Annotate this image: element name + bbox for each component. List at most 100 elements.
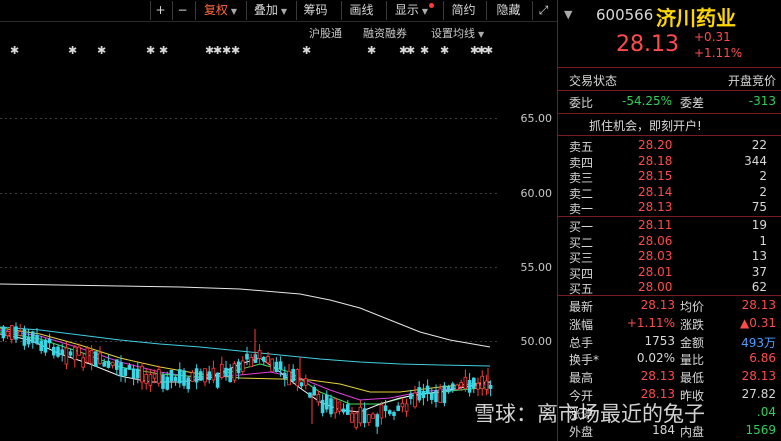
- ask-label: 卖三: [569, 171, 594, 185]
- candle-body: [261, 356, 266, 362]
- event-marker-icon[interactable]: ✱: [302, 44, 311, 57]
- zoom-out-button[interactable]: −: [172, 1, 192, 20]
- ask-row: 卖二 28.14 2: [558, 185, 781, 202]
- expand-icon[interactable]: ⤢: [532, 1, 554, 20]
- candle-body: [480, 375, 484, 389]
- event-marker-icon[interactable]: ✱: [97, 44, 106, 57]
- candle-body: [471, 377, 476, 389]
- bid-label: 买四: [569, 266, 594, 281]
- candle-body: [1, 326, 6, 339]
- candle-body: [446, 386, 451, 393]
- price-change: +0.31: [694, 30, 731, 44]
- candle-body: [131, 368, 136, 379]
- event-marker-icon[interactable]: ✱: [231, 44, 240, 57]
- divider: [558, 113, 781, 114]
- divider: [558, 216, 781, 217]
- rongzi-link[interactable]: 融资融券: [363, 25, 407, 41]
- candle-body: [240, 360, 245, 372]
- candle-body: [337, 401, 342, 412]
- price-axis-label: 55.00: [520, 261, 553, 274]
- bid-price: 28.01: [638, 264, 673, 279]
- chouma-button[interactable]: 筹码: [296, 1, 334, 20]
- zoom-in-button[interactable]: +: [150, 1, 170, 20]
- chevron-down-icon[interactable]: ▼: [564, 8, 572, 21]
- stat-label: 最低: [680, 371, 705, 386]
- yincang-button[interactable]: 隐藏: [486, 1, 530, 20]
- candle-body: [270, 358, 274, 372]
- weibi-row: 委比 -54.25% 委差 -313: [558, 94, 781, 112]
- candle-body: [39, 340, 43, 351]
- chart-toolbar: + − 复权 ▼ 叠加 ▼ 筹码 画线 显示 ▼ 简约 隐藏 ⤢: [0, 0, 557, 22]
- event-marker-icon[interactable]: ✱: [420, 44, 429, 57]
- bid-volume: 37: [751, 264, 767, 279]
- jianyue-button[interactable]: 简约: [443, 1, 483, 20]
- candle-body: [98, 352, 102, 364]
- event-marker-icon[interactable]: ✱: [484, 44, 493, 57]
- candle-body: [400, 402, 405, 408]
- chevron-down-icon: ▼: [478, 30, 485, 39]
- kline-chart-pane[interactable]: + − 复权 ▼ 叠加 ▼ 筹码 画线 显示 ▼ 简约 隐藏 ⤢ 沪股通 融资融券 设…: [0, 0, 557, 441]
- candle-body: [308, 392, 312, 398]
- price-axis-label: 50.00: [520, 335, 553, 348]
- candle-body: [68, 351, 73, 356]
- price-axis-label: 65.00: [520, 112, 553, 125]
- ask-row: 卖三 28.15 2: [558, 169, 781, 186]
- event-marker-icon[interactable]: ✱: [159, 44, 168, 57]
- candle-body: [341, 408, 346, 413]
- candle-body: [459, 382, 463, 388]
- candle-body: [450, 383, 455, 390]
- price-change-pct: +1.11%: [694, 46, 743, 60]
- event-marker-icon[interactable]: ✱: [146, 44, 155, 57]
- diejia-dropdown[interactable]: 叠加 ▼: [246, 1, 294, 20]
- xianshi-dropdown[interactable]: 显示 ▼: [386, 1, 442, 20]
- bid-row: 买一 28.11 19: [558, 218, 781, 235]
- chevron-down-icon: ▼: [230, 7, 238, 16]
- event-marker-icon[interactable]: ✱: [213, 44, 222, 57]
- stat-value: 28.13: [741, 369, 776, 384]
- event-marker-icon[interactable]: ✱: [367, 44, 376, 57]
- candle-body: [312, 387, 316, 396]
- stat-value: 1569: [745, 422, 776, 437]
- event-marker-icon[interactable]: ✱: [406, 44, 415, 57]
- candle-body: [102, 362, 107, 367]
- candle-body: [404, 403, 409, 412]
- stat-value: ▲0.31: [740, 315, 776, 330]
- candle-body: [9, 325, 14, 340]
- candle-body: [366, 414, 371, 423]
- candle-body: [22, 328, 27, 346]
- candle-body: [73, 346, 77, 361]
- event-marker-icon[interactable]: ✱: [440, 44, 449, 57]
- event-marker-icon[interactable]: ✱: [222, 44, 231, 57]
- candle-body: [190, 372, 195, 382]
- open-account-banner[interactable]: 抓住机会，即刻开户!: [558, 117, 781, 135]
- huaxian-button[interactable]: 画线: [341, 1, 381, 20]
- candle-body: [287, 370, 291, 386]
- candle-body: [169, 369, 174, 382]
- candle-body: [115, 359, 119, 370]
- bid-row: 买三 28.03 13: [558, 249, 781, 266]
- current-price: 28.13: [616, 32, 679, 57]
- ask-label: 卖四: [569, 155, 594, 170]
- bid-volume: 1: [759, 233, 767, 248]
- ask-price: 28.15: [638, 169, 673, 183]
- hugutong-link[interactable]: 沪股通: [309, 25, 342, 41]
- open-account-link[interactable]: 抓住机会，即刻开户!: [589, 117, 702, 134]
- candle-body: [484, 380, 489, 390]
- candle-body: [249, 356, 254, 368]
- event-marker-icon[interactable]: ✱: [68, 44, 77, 57]
- bid-label: 买二: [569, 235, 594, 250]
- candle-body: [186, 377, 191, 390]
- weicha-value: -313: [748, 94, 776, 108]
- candle-body: [194, 368, 199, 383]
- bid-volume: 13: [751, 249, 767, 263]
- event-marker-icon[interactable]: ✱: [10, 44, 19, 57]
- divider: [558, 67, 781, 68]
- ask-label: 卖二: [569, 186, 594, 201]
- shezhi-junxian-dropdown[interactable]: 设置均线 ▼: [431, 25, 484, 41]
- fuquan-dropdown[interactable]: 复权 ▼: [195, 1, 245, 20]
- candle-body: [64, 347, 69, 365]
- candle-body: [324, 394, 329, 410]
- candlestick-area[interactable]: ✱ ✱ ✱ ✱ ✱ ✱✱ ✱ ✱ ✱ ✱ ✱✱ ✱ ✱ ✱✱✱: [0, 42, 500, 441]
- bid-label: 买三: [569, 251, 594, 265]
- candle-body: [56, 346, 60, 357]
